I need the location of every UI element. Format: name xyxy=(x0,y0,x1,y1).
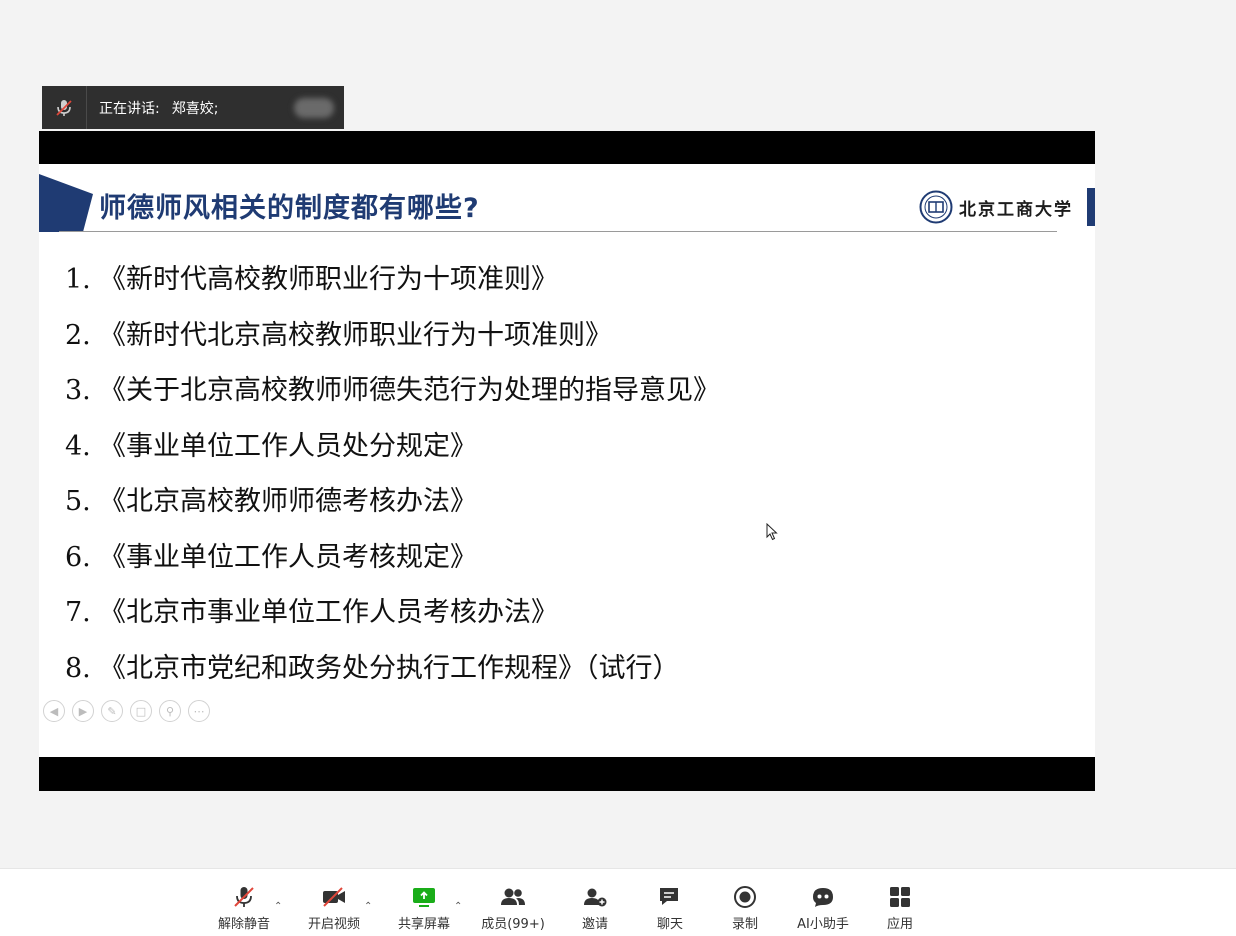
university-seal-icon xyxy=(919,190,953,224)
start-video-button[interactable]: 开启视频 xyxy=(298,885,370,932)
muted-mic-icon xyxy=(42,86,87,129)
list-item: 5. 《北京高校教师师德考核办法》 xyxy=(65,486,477,517)
muted-mic-icon xyxy=(232,885,256,909)
members-icon xyxy=(499,885,527,909)
list-item: 3. 《关于北京高校教师师德失范行为处理的指导意见》 xyxy=(65,375,720,406)
members-label: 成员(99+) xyxy=(481,917,545,932)
regulation-list: 1. 《新时代高校教师职业行为十项准则》 2. 《新时代北京高校教师职业行为十项准则… xyxy=(65,260,720,704)
list-item: 6. 《事业单位工作人员考核规定》 xyxy=(65,541,477,573)
audio-options-chevron-icon[interactable]: ⌃ xyxy=(274,901,282,912)
record-icon xyxy=(733,885,757,909)
slideshow-controls: ◀ ▶ ✎ □ ⚲ ⋯ xyxy=(43,700,210,722)
unmute-label: 解除静音 xyxy=(217,917,270,932)
ai-assistant-button[interactable]: AI小助手 xyxy=(787,885,859,932)
speaking-prefix: 正在讲话: xyxy=(99,100,160,117)
invite-label: 邀请 xyxy=(581,917,608,932)
apps-grid-icon xyxy=(888,885,912,909)
university-logo: 北京工商大学 xyxy=(919,190,1073,224)
list-item: 8. 《北京市党纪和政务处分执行工作规程》（试行） xyxy=(65,652,680,684)
share-screen-button[interactable]: 共享屏幕 xyxy=(388,885,460,932)
shared-screen: 师德师风相关的制度都有哪些? 北京工商大学 1. 《新时代高校教师职业行为十项准则… xyxy=(39,131,1095,791)
share-screen-icon xyxy=(411,885,437,909)
ai-assistant-icon xyxy=(810,885,836,909)
active-speaker-banner: 正在讲话: 郑喜姣; xyxy=(42,86,344,129)
share-screen-label: 共享屏幕 xyxy=(397,917,450,932)
video-off-icon xyxy=(321,885,347,909)
edge-bar xyxy=(1087,188,1095,226)
apps-label: 应用 xyxy=(886,917,913,932)
presentation-slide: 师德师风相关的制度都有哪些? 北京工商大学 1. 《新时代高校教师职业行为十项准则… xyxy=(39,164,1095,757)
list-item: 1. 《新时代高校教师职业行为十项准则》 xyxy=(65,264,558,295)
list-item: 7. 《北京市事业单位工作人员考核办法》 xyxy=(65,597,558,628)
list-item: 2. 《新时代北京高校教师职业行为十项准则》 xyxy=(65,319,612,351)
start-video-label: 开启视频 xyxy=(307,917,360,932)
more-icon[interactable]: ⋯ xyxy=(188,700,210,722)
corner-decoration xyxy=(39,174,93,232)
members-button[interactable]: 成员(99+) xyxy=(477,885,549,932)
chat-label: 聊天 xyxy=(656,917,683,932)
share-options-chevron-icon[interactable]: ⌃ xyxy=(454,901,462,912)
apps-button[interactable]: 应用 xyxy=(864,885,936,932)
pen-icon[interactable]: ✎ xyxy=(101,700,123,722)
university-name: 北京工商大学 xyxy=(959,199,1073,220)
invite-user-icon xyxy=(582,885,608,909)
slides-grid-icon[interactable]: □ xyxy=(130,700,152,722)
speaker-name: 郑喜姣; xyxy=(171,100,219,117)
chat-icon xyxy=(657,885,683,909)
record-label: 录制 xyxy=(731,917,758,932)
list-item: 4. 《事业单位工作人员处分规定》 xyxy=(65,430,477,462)
record-button[interactable]: 录制 xyxy=(709,885,781,932)
meeting-toolbar: 解除静音 ⌃ 开启视频 ⌃ 共享屏幕 ⌃ 成员(99+) 邀请 聊天 录制 AI… xyxy=(0,868,1236,936)
video-options-chevron-icon[interactable]: ⌃ xyxy=(364,901,372,912)
blurred-avatar xyxy=(294,98,334,118)
mouse-cursor-icon xyxy=(766,523,778,541)
invite-button[interactable]: 邀请 xyxy=(559,885,631,932)
title-divider xyxy=(59,231,1057,232)
next-slide-icon[interactable]: ▶ xyxy=(72,700,94,722)
unmute-button[interactable]: 解除静音 xyxy=(208,885,280,932)
chat-button[interactable]: 聊天 xyxy=(634,885,706,932)
zoom-icon[interactable]: ⚲ xyxy=(159,700,181,722)
prev-slide-icon[interactable]: ◀ xyxy=(43,700,65,722)
ai-assistant-label: AI小助手 xyxy=(797,917,849,932)
slide-title: 师德师风相关的制度都有哪些? xyxy=(99,193,480,224)
